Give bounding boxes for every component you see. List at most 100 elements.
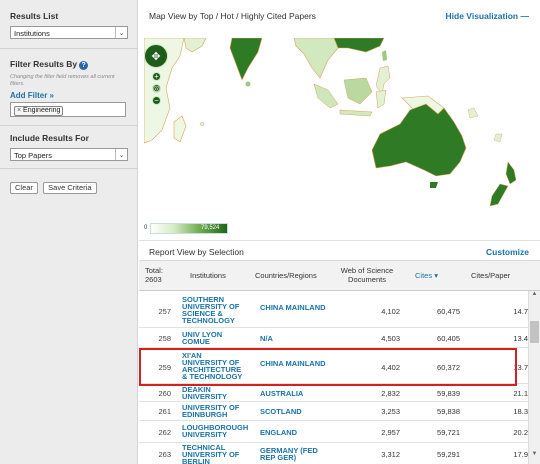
scroll-thumb[interactable] — [530, 321, 539, 343]
cites-per-paper: 20.2 — [513, 429, 528, 436]
country-link[interactable]: GERMANY (FED REP GER) — [260, 447, 332, 462]
header-cites-per-paper[interactable]: Cites/Paper — [471, 271, 510, 280]
rank: 258 — [158, 334, 171, 343]
zoom-in-icon[interactable]: + — [152, 72, 161, 81]
table-row[interactable]: 258 UNIV LYON COMUE N/A 4,503 60,405 13.… — [139, 328, 528, 348]
filter-chip: × Engineering — [14, 106, 64, 116]
globe-icon[interactable]: ◎ — [152, 84, 161, 93]
rank: 262 — [158, 428, 171, 437]
cites: 60,475 — [437, 307, 460, 316]
legend-min-label: 0 — [144, 225, 148, 231]
report-bar: Report View by Selection Customize — [139, 240, 540, 261]
map-region-southeast-asia[interactable] — [293, 38, 339, 79]
pan-control-icon[interactable]: ✥ — [144, 44, 168, 68]
action-buttons: Clear Save Criteria — [0, 169, 137, 194]
country-link[interactable]: AUSTRALIA — [260, 390, 332, 398]
results-list-label: Results List — [10, 11, 59, 21]
map-region-sri-lanka[interactable] — [245, 81, 251, 87]
sidebar: Results List Institutions ⌄ Filter Resul… — [0, 0, 138, 464]
cites-per-paper: 18.3 — [513, 408, 528, 415]
map-region-new-zealand-south[interactable] — [489, 183, 509, 207]
clear-button[interactable]: Clear — [10, 182, 38, 194]
country-link[interactable]: CHINA MAINLAND — [260, 304, 332, 312]
country-link[interactable]: N/A — [260, 335, 332, 343]
documents: 2,832 — [381, 389, 400, 398]
filter-section: Filter Results By? Changing the filter f… — [0, 49, 137, 117]
results-list-select[interactable]: Institutions ⌄ — [10, 26, 128, 39]
hide-visualization-label: Hide Visualization — [445, 11, 519, 21]
header-institutions[interactable]: Institutions — [190, 271, 226, 280]
map-region-pacific-islands[interactable] — [493, 133, 503, 143]
help-icon[interactable]: ? — [79, 61, 89, 70]
sort-desc-icon: ▾ — [434, 271, 438, 280]
map-region-india[interactable] — [229, 38, 263, 81]
institution-link[interactable]: LOUGHBOROUGH UNIVERSITY — [182, 424, 248, 439]
table-scrollbar[interactable]: ▲ ▼ — [528, 291, 540, 464]
header-cites[interactable]: Cites ▾ — [415, 271, 438, 280]
cites: 60,372 — [437, 363, 460, 372]
scroll-up-icon[interactable]: ▲ — [529, 291, 540, 301]
map-panel: Map View by Top / Hot / Highly Cited Pap… — [139, 0, 540, 240]
collapse-icon: — — [520, 11, 530, 21]
table-header: Total: 2603 Institutions Countries/Regio… — [139, 261, 540, 291]
institution-link[interactable]: TECHNICAL UNIVERSITY OF BERLIN — [182, 444, 246, 464]
map-region-sumatra[interactable] — [313, 83, 339, 109]
country-link[interactable]: SCOTLAND — [260, 408, 332, 416]
filter-label: Filter Results By? — [10, 59, 127, 70]
header-documents[interactable]: Web of Science Documents — [332, 266, 402, 284]
table-body: 257 SOUTHERN UNIVERSITY OF SCIENCE & TEC… — [139, 291, 540, 464]
map-region-china[interactable] — [333, 38, 385, 53]
institution-link[interactable]: UNIV LYON COMUE — [182, 331, 246, 346]
map-region-sulawesi[interactable] — [375, 89, 387, 109]
cites-per-paper: 14.7 — [513, 308, 528, 315]
include-label: Include Results For — [10, 133, 89, 143]
include-select[interactable]: Top Papers ⌄ — [10, 148, 128, 161]
map-region-taiwan[interactable] — [382, 50, 387, 61]
institution-link[interactable]: DEAKIN UNIVERSITY — [182, 386, 246, 401]
map-region-java[interactable] — [339, 109, 373, 117]
table-row[interactable]: 257 SOUTHERN UNIVERSITY OF SCIENCE & TEC… — [139, 291, 528, 328]
map-region-tasmania[interactable] — [430, 182, 438, 188]
cites: 59,291 — [437, 450, 460, 459]
table-row[interactable]: 260 DEAKIN UNIVERSITY AUSTRALIA 2,832 59… — [139, 384, 528, 402]
header-countries[interactable]: Countries/Regions — [255, 271, 317, 280]
rank: 259 — [158, 363, 171, 372]
institution-link[interactable]: XI'AN UNIVERSITY OF ARCHITECTURE & TECHN… — [182, 352, 246, 381]
filter-chip-box: × Engineering — [10, 102, 126, 117]
map-region-philippines[interactable] — [375, 65, 391, 95]
table-row[interactable]: 261 UNIVERSITY OF EDINBURGH SCOTLAND 3,2… — [139, 402, 528, 421]
map-region-pacific-islands[interactable] — [467, 107, 479, 119]
customize-link[interactable]: Customize — [486, 247, 529, 257]
map-region-australia[interactable] — [371, 103, 467, 177]
country-link[interactable]: CHINA MAINLAND — [260, 360, 332, 368]
institution-link[interactable]: UNIVERSITY OF EDINBURGH — [182, 404, 246, 419]
include-value: Top Papers — [14, 151, 52, 160]
cites: 60,405 — [437, 334, 460, 343]
map-region-borneo[interactable] — [343, 77, 373, 105]
table-row[interactable]: 259 XI'AN UNIVERSITY OF ARCHITECTURE & T… — [139, 348, 528, 384]
cites: 59,839 — [437, 389, 460, 398]
chevron-down-icon: ⌄ — [115, 27, 127, 38]
table-row[interactable]: 263 TECHNICAL UNIVERSITY OF BERLIN GERMA… — [139, 443, 528, 464]
institution-link[interactable]: SOUTHERN UNIVERSITY OF SCIENCE & TECHNOL… — [182, 296, 246, 325]
rank: 257 — [158, 307, 171, 316]
country-link[interactable]: ENGLAND — [260, 429, 332, 437]
include-section: Include Results For Top Papers ⌄ — [0, 126, 137, 161]
rank: 261 — [158, 407, 171, 416]
zoom-out-icon[interactable]: − — [152, 96, 161, 105]
chevron-down-icon: ⌄ — [115, 149, 127, 160]
map-region-madagascar[interactable] — [173, 115, 187, 143]
add-filter-link[interactable]: Add Filter » — [10, 91, 127, 100]
filter-chip-label: Engineering — [23, 107, 61, 114]
map-region-new-zealand-north[interactable] — [505, 161, 517, 185]
documents: 2,957 — [381, 428, 400, 437]
map-region-indian-ocean-island[interactable] — [200, 121, 205, 126]
world-map[interactable] — [144, 38, 536, 218]
hide-visualization-link[interactable]: Hide Visualization — — [446, 11, 529, 21]
map-region-arabia[interactable] — [183, 38, 207, 53]
remove-filter-icon[interactable]: × — [17, 107, 21, 114]
scroll-down-icon[interactable]: ▼ — [529, 451, 540, 461]
save-criteria-button[interactable]: Save Criteria — [43, 182, 97, 194]
table-row[interactable]: 262 LOUGHBOROUGH UNIVERSITY ENGLAND 2,95… — [139, 421, 528, 443]
documents: 4,503 — [381, 334, 400, 343]
